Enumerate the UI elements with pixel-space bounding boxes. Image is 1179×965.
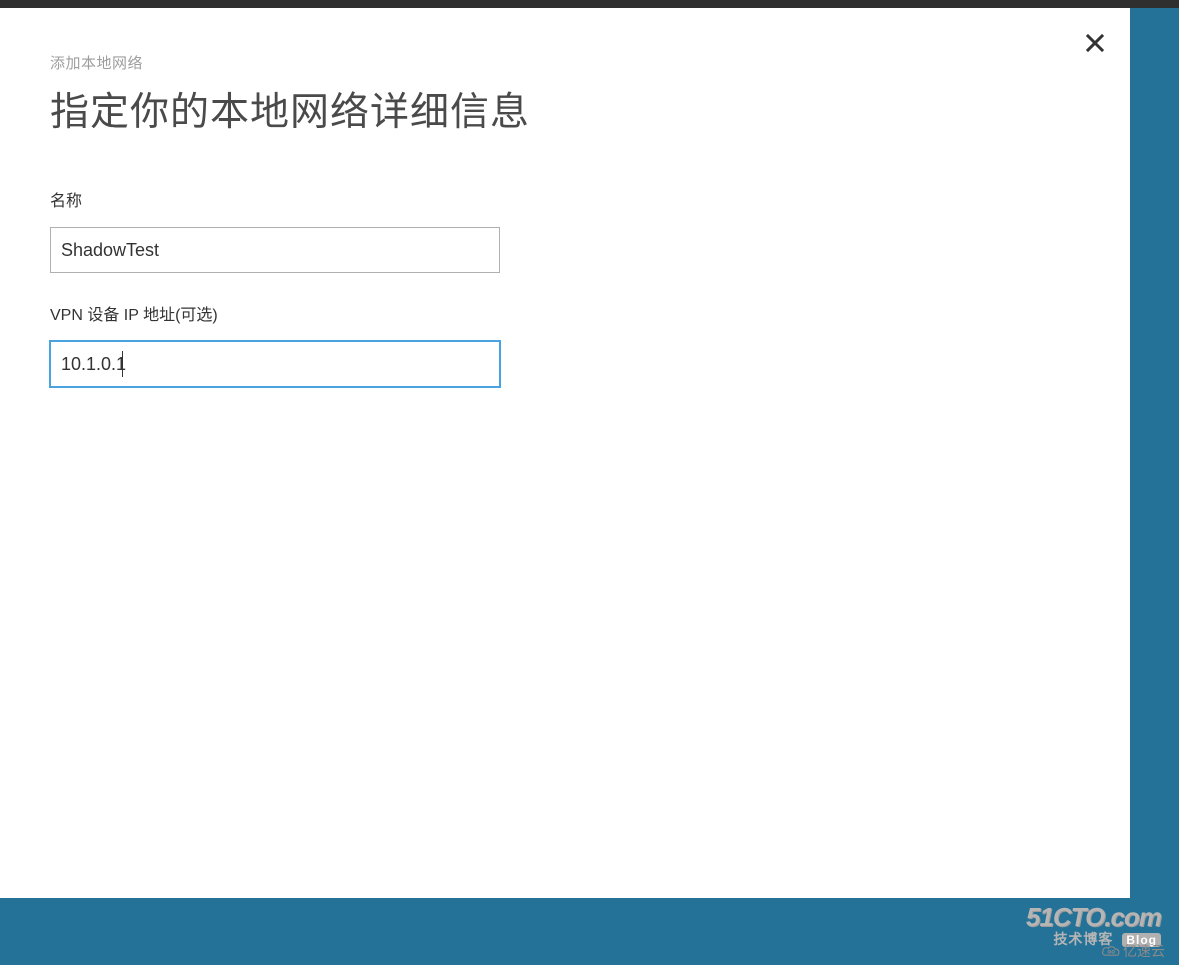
name-input-wrapper [50, 227, 500, 273]
watermark-51cto: 51CTO.com 技术博客 Blog [1026, 904, 1161, 947]
name-label: 名称 [50, 187, 1080, 211]
vpn-ip-input[interactable] [50, 341, 500, 387]
close-button[interactable] [1086, 34, 1104, 52]
watermark-51cto-line1: 51CTO.com [1026, 904, 1161, 930]
form-group-name: 名称 [50, 187, 1080, 273]
page-title: 指定你的本地网络详细信息 [50, 81, 1080, 137]
vpn-ip-label: VPN 设备 IP 地址(可选) [50, 301, 1080, 325]
name-input[interactable] [50, 227, 500, 273]
form-group-vpn-ip: VPN 设备 IP 地址(可选) [50, 301, 1080, 387]
background-panel: 添加本地网络 指定你的本地网络详细信息 名称 VPN 设备 IP 地址(可选) … [0, 8, 1179, 965]
text-cursor [122, 351, 123, 377]
watermark-51cto-line2: 技术博客 Blog [1026, 932, 1161, 947]
vpn-ip-input-wrapper [50, 341, 500, 387]
breadcrumb: 添加本地网络 [50, 52, 1080, 73]
watermark-51cto-line2-left: 技术博客 [1053, 931, 1113, 947]
close-icon [1086, 39, 1104, 56]
modal-dialog: 添加本地网络 指定你的本地网络详细信息 名称 VPN 设备 IP 地址(可选) [0, 8, 1130, 898]
watermark-51cto-badge: Blog [1122, 933, 1161, 947]
